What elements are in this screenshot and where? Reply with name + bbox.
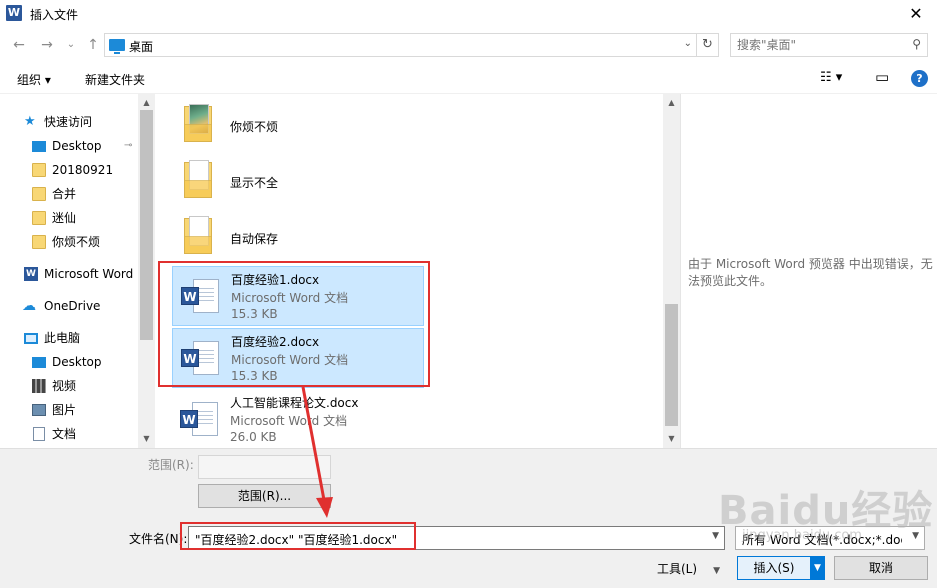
- watermark-url: jingyan.baidu.com: [742, 528, 862, 543]
